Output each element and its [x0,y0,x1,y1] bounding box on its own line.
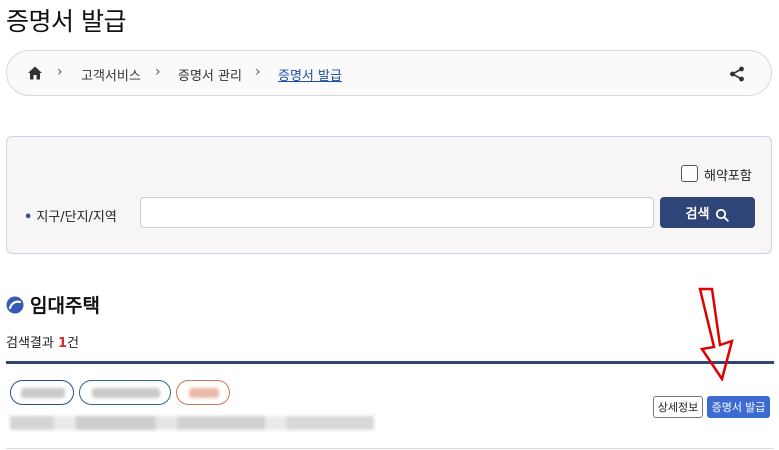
results-divider [6,361,774,364]
breadcrumb-item-certificate-issue[interactable]: 증명서 발급 [278,65,342,84]
include-cancelled-checkbox[interactable] [681,165,698,182]
result-count-number: 1 [57,336,68,351]
region-field-label: • 지구/단지/지역 [24,206,117,225]
chevron-right-icon: › [57,64,63,80]
result-count-prefix: 검색결과 [6,336,58,351]
row-divider [6,448,774,449]
result-count-suffix: 건 [67,336,79,351]
chevron-right-icon: › [255,64,261,80]
breadcrumb: › 고객서비스 › 증명서 관리 › 증명서 발급 [6,50,772,96]
search-panel: 해약포함 • 지구/단지/지역 검색 [6,136,772,254]
redacted-tag [176,380,230,405]
section-title: 임대주택 [30,295,100,317]
search-icon [716,208,730,222]
annotation-arrow-icon [698,287,734,381]
breadcrumb-item-customer-service[interactable]: 고객서비스 [81,65,141,84]
redacted-tag [10,380,74,405]
detail-info-button[interactable]: 상세정보 [653,396,703,418]
region-field-label-text: 지구/단지/지역 [36,210,117,225]
result-count: 검색결과 1건 [6,332,79,351]
region-search-input[interactable] [140,197,654,228]
chevron-right-icon: › [155,64,161,80]
home-icon[interactable] [27,65,43,81]
bullet-icon: • [24,210,33,225]
redacted-address [10,416,374,430]
breadcrumb-item-certificate-management[interactable]: 증명서 관리 [178,65,242,84]
page-title: 증명서 발급 [6,7,126,36]
include-cancelled-label[interactable]: 해약포함 [704,165,752,184]
section-logo-icon [6,296,24,314]
redacted-tag [79,380,171,405]
search-button[interactable]: 검색 [660,197,755,228]
issue-certificate-button[interactable]: 증명서 발급 [707,396,770,418]
search-button-label: 검색 [685,206,710,221]
share-icon[interactable] [729,66,745,82]
